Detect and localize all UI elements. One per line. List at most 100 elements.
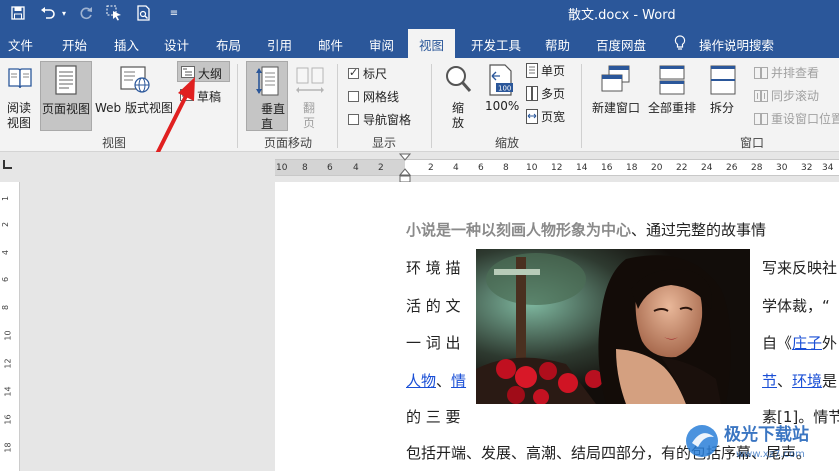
- lightbulb-icon: [674, 35, 686, 53]
- group-label-window: 窗口: [740, 136, 765, 150]
- reset-window-position-button: 重设窗口位置: [754, 110, 839, 127]
- split-button[interactable]: 拆分: [704, 61, 742, 131]
- side-by-side-icon: [754, 67, 768, 79]
- hyperlink-zhuangzi[interactable]: 庄子: [792, 334, 822, 352]
- redo-icon: [76, 3, 96, 23]
- paragraph-line-2-right[interactable]: 写来反映社: [762, 257, 837, 278]
- page-width-button[interactable]: 页宽: [526, 108, 565, 128]
- gridlines-checkbox[interactable]: 网格线: [348, 88, 399, 105]
- indent-marker-icon[interactable]: [399, 153, 411, 183]
- split-window-icon: [710, 65, 736, 95]
- group-separator: [237, 64, 238, 148]
- group-separator: [337, 64, 338, 148]
- window-title: 散文.docx - Word: [568, 8, 676, 23]
- paragraph-line-6-left[interactable]: 的 三 要: [406, 406, 461, 427]
- select-object-icon[interactable]: [104, 3, 124, 23]
- tab-baidu-netdisk[interactable]: 百度网盘: [596, 35, 646, 53]
- vertical-scroll-icon: [256, 66, 279, 96]
- vertical-ruler[interactable]: 1 2 4 6 8 10 12 14 16 18: [0, 182, 20, 471]
- watermark-logo-icon: 极光下载站 www.xz7.com: [686, 424, 809, 460]
- ruler-checkbox-box[interactable]: [348, 66, 359, 79]
- arrange-all-button[interactable]: 全部重排: [646, 61, 698, 131]
- ruler-margin: [275, 160, 405, 175]
- svg-text:100: 100: [498, 85, 511, 93]
- svg-text:www.xz7.com: www.xz7.com: [736, 449, 805, 460]
- magnifier-icon: [446, 66, 472, 92]
- horizontal-ruler: 10 8 6 4 2 2 4 6 8 10 12 14 16 18 20 22 …: [0, 152, 839, 183]
- tab-view[interactable]: 视图: [408, 29, 456, 58]
- tab-selector-icon[interactable]: [3, 160, 12, 169]
- tab-review[interactable]: 审阅: [369, 35, 394, 53]
- group-label-views: 视图: [102, 136, 127, 150]
- ruler-checkbox[interactable]: 标尺: [348, 65, 387, 82]
- ribbon-view: 阅读 视图 页面视图 Web 版式视图 大纲 草稿 视图 垂直 直 翻 页 页面…: [0, 58, 839, 152]
- site-watermark-logo: 极光下载站 www.xz7.com: [680, 417, 839, 465]
- hyperlink-plot-cont[interactable]: 节: [762, 372, 777, 390]
- tab-developer[interactable]: 开发工具: [471, 35, 521, 53]
- print-layout-button[interactable]: 页面视图: [40, 61, 92, 131]
- read-mode-icon: [8, 68, 32, 89]
- group-separator: [431, 64, 432, 148]
- paragraph-line-4-right[interactable]: 自《庄子外: [762, 332, 837, 353]
- tab-references[interactable]: 引用: [267, 35, 292, 53]
- multiple-pages-button[interactable]: 多页: [526, 85, 565, 105]
- tab-layout[interactable]: 布局: [216, 35, 241, 53]
- svg-text:极光下载站: 极光下载站: [724, 424, 809, 445]
- tab-file[interactable]: 文件: [8, 35, 33, 53]
- group-label-page-movement: 页面移动: [264, 136, 313, 150]
- paragraph-line-1[interactable]: 小说是一种以刻画人物形象为中心、通过完整的故事情: [406, 219, 766, 240]
- print-layout-icon: [55, 65, 77, 95]
- arrange-all-icon: [659, 65, 685, 95]
- new-window-icon: [601, 65, 630, 92]
- title-bar: ▾ ≡ 散文.docx - Word: [0, 0, 839, 26]
- undo-dropdown-icon[interactable]: ▾: [58, 3, 70, 23]
- side-to-side-icon: [296, 67, 324, 93]
- paragraph-line-5-left[interactable]: 人物、情: [406, 370, 466, 391]
- paragraph-line-5-right[interactable]: 节、环境是: [762, 370, 837, 391]
- tab-help[interactable]: 帮助: [545, 35, 570, 53]
- tell-me-search[interactable]: 操作说明搜索: [699, 35, 774, 53]
- gridlines-checkbox-box[interactable]: [348, 91, 359, 102]
- hyperlink-environment[interactable]: 环境: [792, 372, 822, 390]
- zoom-button[interactable]: 缩 放: [440, 61, 476, 131]
- zoom-100-button[interactable]: 100 100%: [482, 61, 522, 131]
- paragraph-line-2-left[interactable]: 环 境 描: [406, 257, 461, 278]
- ribbon-tab-row: 文件 开始 插入 设计 布局 引用 邮件 审阅 视图 开发工具 帮助 百度网盘 …: [0, 26, 839, 58]
- tab-design[interactable]: 设计: [164, 35, 189, 53]
- side-to-side-button: 翻 页: [292, 61, 328, 131]
- paragraph-line-4-left[interactable]: 一 词 出: [406, 332, 461, 353]
- view-side-by-side-button: 并排查看: [754, 64, 819, 81]
- customize-toolbar-icon[interactable]: ≡: [166, 3, 182, 23]
- paragraph-line-3-right[interactable]: 学体裁，“: [762, 295, 830, 316]
- sync-scroll-icon: [754, 90, 768, 102]
- vertical-page-movement-button[interactable]: 垂直 直: [246, 61, 288, 131]
- group-label-zoom: 缩放: [495, 136, 520, 150]
- navigation-pane-checkbox-box[interactable]: [348, 114, 359, 125]
- tab-insert[interactable]: 插入: [114, 35, 139, 53]
- new-window-button[interactable]: 新建窗口: [590, 61, 642, 131]
- one-page-icon: [526, 63, 538, 78]
- group-label-show: 显示: [372, 136, 397, 150]
- synchronous-scrolling-button: 同步滚动: [754, 87, 819, 104]
- undo-icon[interactable]: [38, 3, 58, 23]
- page-width-icon: [526, 109, 538, 124]
- hyperlink-plot[interactable]: 情: [451, 372, 466, 390]
- multiple-pages-icon: [526, 86, 538, 101]
- hyperlink-character[interactable]: 人物: [406, 372, 436, 390]
- web-layout-icon: [120, 66, 150, 93]
- reset-position-icon: [754, 113, 768, 125]
- read-mode-button[interactable]: 阅读 视图: [2, 61, 38, 131]
- document-photo[interactable]: [476, 249, 750, 404]
- ruler-bar[interactable]: 10 8 6 4 2 2 4 6 8 10 12 14 16 18 20 22 …: [275, 153, 839, 183]
- red-arrow-annotation: [155, 77, 195, 156]
- one-page-button[interactable]: 单页: [526, 62, 565, 82]
- group-separator: [581, 64, 582, 148]
- paragraph-line-3-left[interactable]: 活 的 文: [406, 295, 461, 316]
- print-preview-icon[interactable]: [134, 3, 154, 23]
- zoom-100-icon: 100: [489, 64, 513, 96]
- photo-woman-portrait: [476, 249, 750, 404]
- tab-home[interactable]: 开始: [62, 35, 87, 53]
- save-icon[interactable]: [8, 3, 28, 23]
- navigation-pane-checkbox[interactable]: 导航窗格: [348, 111, 411, 128]
- tab-mailings[interactable]: 邮件: [318, 35, 343, 53]
